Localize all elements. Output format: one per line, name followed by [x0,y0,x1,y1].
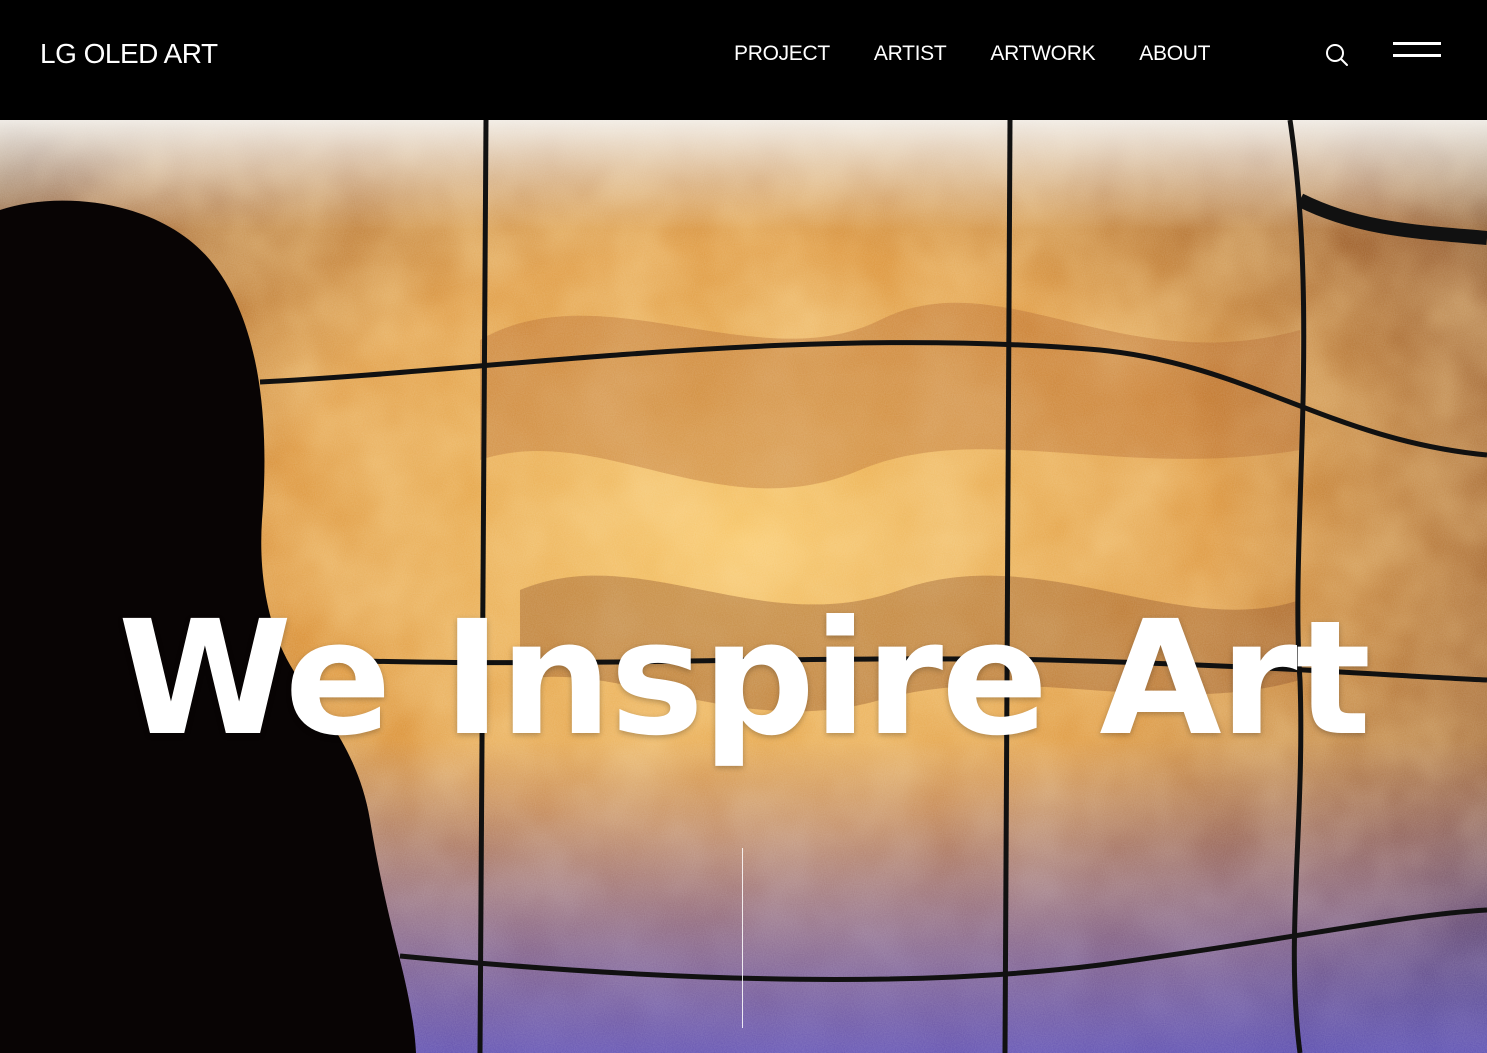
site-header: LG OLED ART PROJECT ARTIST ARTWORK ABOUT [0,0,1487,120]
hero-title: We Inspire Art [117,587,1371,771]
search-icon[interactable] [1324,42,1350,68]
nav-project[interactable]: PROJECT [734,42,830,66]
scroll-indicator-line [742,848,743,1028]
nav-about[interactable]: ABOUT [1139,42,1210,66]
hero-section: We Inspire Art [0,120,1487,1053]
site-logo[interactable]: LG OLED ART [40,38,218,70]
nav-artwork[interactable]: ARTWORK [990,42,1095,66]
main-nav: PROJECT ARTIST ARTWORK ABOUT [734,42,1210,66]
nav-artist[interactable]: ARTIST [874,42,947,66]
hamburger-menu-icon[interactable] [1393,40,1441,60]
